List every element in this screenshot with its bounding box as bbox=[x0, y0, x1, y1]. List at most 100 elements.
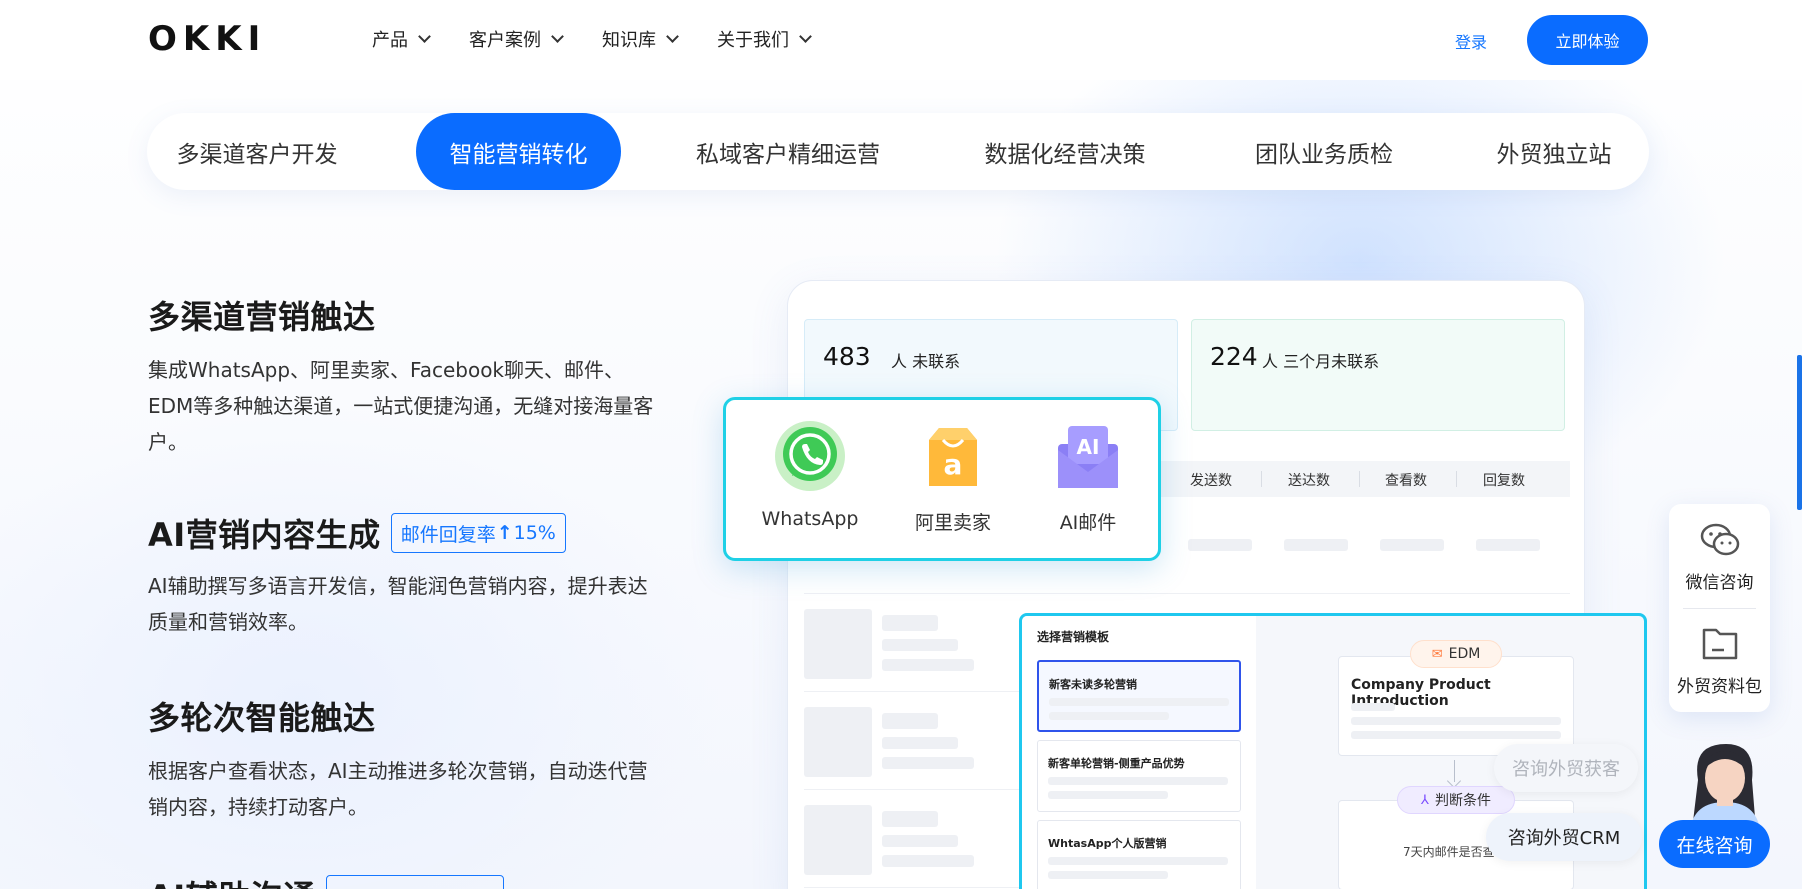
channel-name: AI邮件 bbox=[1059, 512, 1117, 534]
template-name: 新客单轮营销-侧重产品优势 bbox=[1048, 757, 1185, 770]
scrollbar-thumb[interactable] bbox=[1797, 355, 1802, 510]
whatsapp-icon bbox=[775, 421, 845, 491]
svg-text:AI: AI bbox=[1077, 435, 1100, 459]
tab-multichannel-dev[interactable]: 多渠道客户开发 bbox=[177, 113, 338, 190]
placeholder-bar bbox=[1049, 698, 1229, 706]
folder-icon bbox=[1702, 628, 1737, 660]
placeholder-bar bbox=[1351, 717, 1561, 725]
nav-item-about[interactable]: 关于我们 bbox=[717, 26, 812, 52]
trade-pack-label: 外贸资料包 bbox=[1677, 677, 1762, 697]
stat-label: 人 三个月未联系 bbox=[1262, 352, 1380, 371]
main-nav: 产品 客户案例 知识库 关于我们 bbox=[372, 26, 850, 52]
template-item[interactable]: 新客单轮营销-侧重产品优势 bbox=[1037, 740, 1241, 812]
nav-item-knowledge[interactable]: 知识库 bbox=[602, 26, 679, 52]
feature-tabs: 多渠道客户开发 智能营销转化 私域客户精细运营 数据化经营决策 团队业务质检 外… bbox=[147, 113, 1649, 190]
placeholder-bar bbox=[1351, 703, 1395, 711]
channel-name: WhatsApp bbox=[761, 508, 859, 530]
tab-smart-marketing[interactable]: 智能营销转化 bbox=[416, 113, 621, 190]
placeholder-bar bbox=[1049, 712, 1169, 720]
ai-mail-icon: AI bbox=[1058, 426, 1118, 488]
channel-ai-mail[interactable]: AI AI邮件 bbox=[1033, 420, 1143, 535]
tab-independent-site[interactable]: 外贸独立站 bbox=[1493, 113, 1615, 190]
placeholder-bar bbox=[882, 811, 938, 827]
feature-desc: 根据客户查看状态，AI主动推进多轮次营销，自动迭代营销内容，持续打动客户。 bbox=[148, 759, 648, 819]
nav-label: 产品 bbox=[372, 30, 408, 51]
feature-desc: 集成WhatsApp、阿里卖家、Facebook聊天、邮件、EDM等多种触达渠道… bbox=[148, 358, 654, 454]
channel-name: 阿里卖家 bbox=[914, 512, 991, 534]
wechat-label: 微信咨询 bbox=[1685, 573, 1754, 593]
consult-float-panel: 微信咨询 外贸资料包 bbox=[1669, 504, 1770, 712]
chevron-down-icon bbox=[551, 30, 564, 43]
consult-acquisition-bubble[interactable]: 咨询外贸获客 bbox=[1494, 744, 1638, 792]
feature-block: 多渠道营销触达 集成WhatsApp、阿里卖家、Facebook聊天、邮件、ED… bbox=[148, 292, 658, 460]
feature-title: 多渠道营销触达 bbox=[148, 298, 376, 336]
placeholder-bar bbox=[882, 615, 938, 631]
placeholder-bar bbox=[882, 639, 958, 651]
nav-item-product[interactable]: 产品 bbox=[372, 26, 431, 52]
placeholder-bar bbox=[882, 855, 974, 867]
placeholder-bar bbox=[1048, 857, 1228, 865]
chevron-down-icon bbox=[418, 30, 431, 43]
stat-number: 483 bbox=[823, 342, 871, 371]
tab-private-ops[interactable]: 私域客户精细运营 bbox=[695, 113, 881, 190]
placeholder-bar bbox=[882, 835, 958, 847]
edm-tag-label: EDM bbox=[1448, 646, 1481, 662]
divider bbox=[804, 593, 1570, 594]
online-consult-button[interactable]: 在线咨询 bbox=[1659, 820, 1770, 868]
agent-avatar bbox=[1670, 740, 1770, 830]
condition-tag-label: 判断条件 bbox=[1434, 793, 1491, 809]
template-list: 选择营销模板 新客未读多轮营销 新客单轮营销-侧重产品优势 WhtasApp个人… bbox=[1022, 616, 1256, 889]
wechat-icon bbox=[1700, 523, 1739, 556]
template-list-title: 选择营销模板 bbox=[1037, 630, 1110, 644]
branch-icon: ⅄ bbox=[1421, 792, 1429, 808]
divider bbox=[1261, 471, 1262, 487]
placeholder-bar bbox=[1188, 539, 1252, 551]
nav-item-cases[interactable]: 客户案例 bbox=[469, 26, 564, 52]
nav-label: 客户案例 bbox=[469, 30, 541, 51]
try-now-button[interactable]: 立即体验 bbox=[1527, 15, 1648, 65]
stat-number: 224 bbox=[1210, 342, 1258, 371]
feature-block: AI营销内容生成 邮件回复率 ↑ 15% AI辅助撰写多语言开发信，智能润色营销… bbox=[148, 510, 658, 640]
placeholder-bar bbox=[1048, 791, 1168, 799]
stat-3m-uncontacted: 224 人 三个月未联系 bbox=[1191, 319, 1565, 431]
trade-pack[interactable]: 外贸资料包 bbox=[1669, 624, 1770, 697]
channel-whatsapp[interactable]: WhatsApp bbox=[755, 420, 865, 530]
wechat-consult[interactable]: 微信咨询 bbox=[1669, 522, 1770, 593]
template-name: WhtasApp个人版营销 bbox=[1048, 837, 1167, 850]
template-item[interactable]: WhtasApp个人版营销 bbox=[1037, 820, 1241, 889]
channel-alibaba[interactable]: a 阿里卖家 bbox=[898, 420, 1008, 535]
template-item[interactable]: 新客未读多轮营销 bbox=[1037, 660, 1241, 732]
tab-team-qa[interactable]: 团队业务质检 bbox=[1253, 113, 1395, 190]
feature-desc: AI辅助撰写多语言开发信，智能润色营销内容，提升表达质量和营销效率。 bbox=[148, 574, 648, 634]
col-replied: 回复数 bbox=[1483, 473, 1525, 489]
tab-data-decision[interactable]: 数据化经营决策 bbox=[983, 113, 1147, 190]
nav-label: 关于我们 bbox=[717, 30, 789, 51]
alibaba-icon: a bbox=[929, 428, 977, 486]
template-name: 新客未读多轮营销 bbox=[1049, 678, 1137, 691]
chevron-down-icon bbox=[666, 30, 679, 43]
nav-label: 知识库 bbox=[602, 30, 656, 51]
placeholder-bar bbox=[1476, 539, 1540, 551]
placeholder-thumb bbox=[804, 805, 872, 875]
channel-card: WhatsApp a 阿里卖家 AI AI邮件 bbox=[723, 397, 1161, 561]
reply-rate-badge: 邮件回复率 ↑ 15% bbox=[390, 513, 566, 553]
chevron-down-icon bbox=[799, 30, 812, 43]
feature-title: AI辅助沟通 bbox=[148, 872, 316, 889]
edm-step-box: Company Product Introduction bbox=[1338, 656, 1574, 756]
svg-text:a: a bbox=[944, 448, 963, 481]
col-delivered: 送达数 bbox=[1288, 473, 1330, 489]
placeholder-bar bbox=[882, 757, 974, 769]
okki-logo[interactable]: OKKI bbox=[148, 19, 266, 59]
col-viewed: 查看数 bbox=[1385, 473, 1427, 489]
consult-crm-bubble[interactable]: 咨询外贸CRM bbox=[1486, 813, 1642, 861]
placeholder-thumb bbox=[804, 609, 872, 679]
badge-text: 邮件回复率 bbox=[400, 523, 496, 546]
placeholder-bar bbox=[1048, 777, 1228, 785]
placeholder-bar bbox=[1380, 539, 1444, 551]
feature-title: AI营销内容生成 bbox=[148, 516, 381, 554]
placeholder-bar bbox=[882, 737, 958, 749]
divider bbox=[1359, 471, 1360, 487]
top-header: OKKI 产品 客户案例 知识库 关于我们 登录 立即体验 bbox=[0, 0, 1802, 80]
login-link[interactable]: 登录 bbox=[1455, 29, 1487, 53]
feature-badge bbox=[325, 875, 504, 889]
